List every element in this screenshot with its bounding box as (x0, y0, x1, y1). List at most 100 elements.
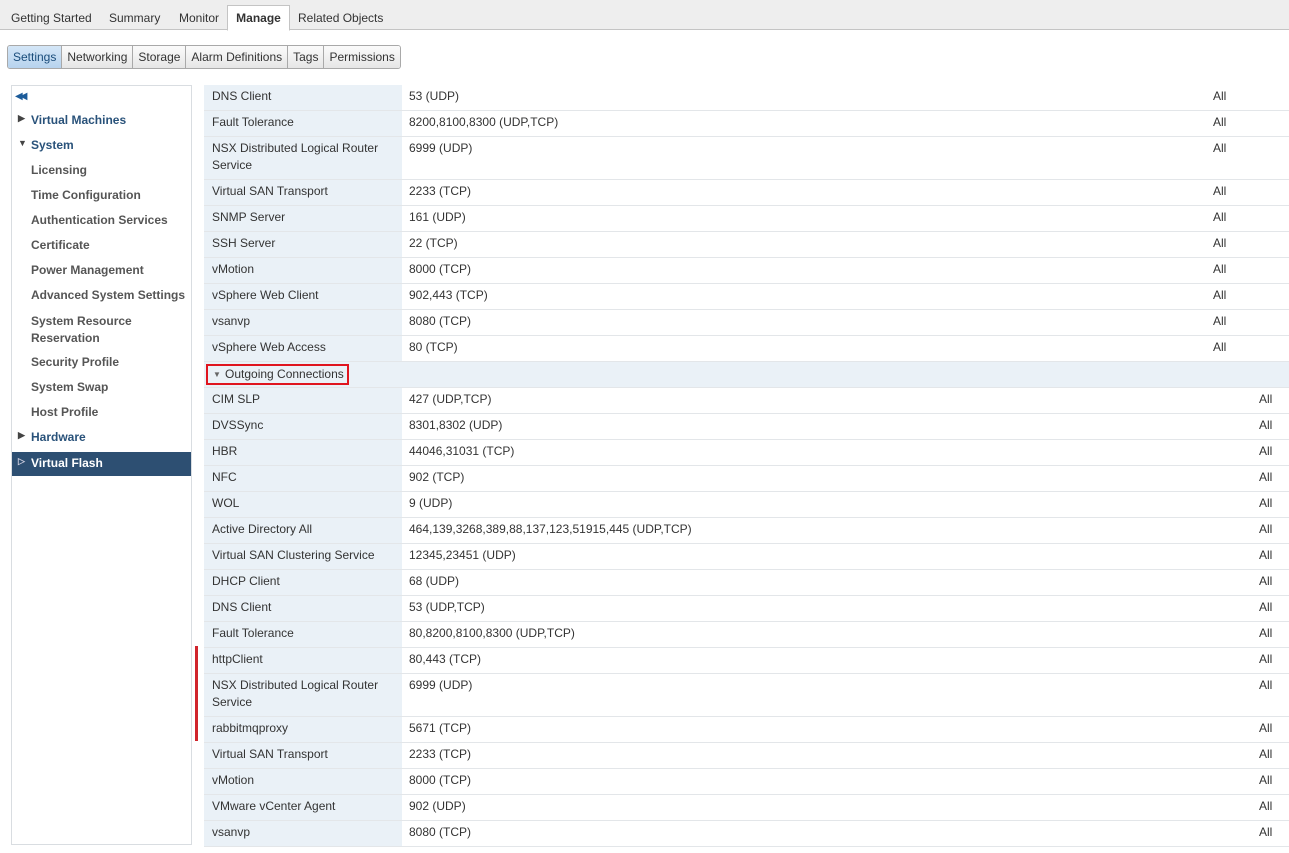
allowed-ip-cell: All (1259, 470, 1273, 484)
ports-cell: 6999 (UDP) (409, 678, 473, 692)
ports-cell: 161 (UDP) (409, 210, 466, 224)
table-row[interactable]: HBR 44046,31031 (TCP) All (204, 440, 1289, 466)
table-row[interactable]: DVSSync 8301,8302 (UDP) All (204, 414, 1289, 440)
subtab-networking[interactable]: Networking (62, 46, 134, 68)
ports-cell: 8080 (TCP) (409, 825, 472, 839)
top-tab-bar: Getting Started Summary Monitor Manage R… (0, 0, 1289, 31)
service-name-cell: vsanvp (204, 821, 402, 846)
service-name-cell: httpClient (204, 648, 402, 673)
sidebar-item-virtual-flash[interactable]: ▷ Virtual Flash (12, 452, 191, 476)
highlight-bar (195, 646, 198, 741)
service-name-cell: NSX Distributed Logical Router Service (204, 137, 402, 179)
triangle-right-icon[interactable]: ▷ (18, 456, 25, 467)
ports-cell: 80 (TCP) (409, 340, 458, 354)
service-name-cell: vMotion (204, 258, 402, 283)
table-row[interactable]: Virtual SAN Clustering Service 12345,2345… (204, 544, 1289, 570)
allowed-ip-cell: All (1259, 496, 1273, 510)
service-name-cell: DHCP Client (204, 570, 402, 595)
subtab-settings[interactable]: Settings (8, 46, 63, 68)
table-row[interactable]: rabbitmqproxy 5671 (TCP) All (204, 717, 1289, 743)
table-row[interactable]: DNS Client 53 (UDP) All (204, 85, 1289, 111)
allowed-ip-cell: All (1259, 600, 1273, 614)
table-row[interactable]: vsanvp 8080 (TCP) All (204, 310, 1289, 336)
table-row[interactable]: DHCP Client 68 (UDP) All (204, 570, 1289, 596)
service-name-cell: SNMP Server (204, 206, 402, 231)
allowed-ip-cell: All (1259, 444, 1273, 458)
allowed-ip-cell: All (1259, 825, 1273, 839)
ports-cell: 2233 (TCP) (409, 747, 472, 761)
tab-monitor[interactable]: Monitor (175, 6, 223, 30)
allowed-ip-cell: All (1213, 340, 1227, 354)
table-row[interactable]: SNMP Server 161 (UDP) All (204, 206, 1289, 232)
sidebar-item-label: Licensing (31, 163, 88, 177)
group-label-text: Outgoing Connections (225, 367, 344, 381)
tab-manage[interactable]: Manage (227, 5, 290, 31)
table-row[interactable]: SSH Server 22 (TCP) All (204, 232, 1289, 258)
table-row[interactable]: Fault Tolerance 80,8200,8100,8300 (UDP,TC… (204, 622, 1289, 648)
tab-related-objects[interactable]: Related Objects (294, 6, 387, 30)
ports-cell: 44046,31031 (TCP) (409, 444, 515, 458)
subtab-permissions[interactable]: Permissions (324, 46, 400, 68)
table-row[interactable]: vMotion 8000 (TCP) All (204, 769, 1289, 795)
ports-cell: 8000 (TCP) (409, 262, 472, 276)
triangle-right-icon[interactable]: ▶ (18, 430, 25, 441)
sidebar-item-label: Power Management (31, 263, 144, 277)
allowed-ip-cell: All (1213, 184, 1227, 198)
sidebar-item-label: Hardware (31, 430, 86, 444)
triangle-down-icon: ▼ (213, 370, 221, 379)
table-row[interactable]: httpClient 80,443 (TCP) All (204, 648, 1289, 674)
table-row[interactable]: NSX Distributed Logical Router Service 69… (204, 137, 1289, 180)
table-row[interactable]: NSX Distributed Logical Router Service 69… (204, 674, 1289, 717)
table-row[interactable]: Virtual SAN Transport 2233 (TCP) All (204, 180, 1289, 206)
ports-cell: 902 (TCP) (409, 470, 465, 484)
outgoing-connections-toggle[interactable]: ▼ Outgoing Connections (206, 364, 349, 385)
allowed-ip-cell: All (1259, 626, 1273, 640)
table-row[interactable]: CIM SLP 427 (UDP,TCP) All (204, 388, 1289, 414)
allowed-ip-cell: All (1259, 747, 1273, 761)
table-row[interactable]: VMware vCenter Agent 902 (UDP) All (204, 795, 1289, 821)
table-row[interactable]: NFC 902 (TCP) All (204, 466, 1289, 492)
ports-cell: 8000 (TCP) (409, 773, 472, 787)
ports-cell: 2233 (TCP) (409, 184, 472, 198)
allowed-ip-cell: All (1213, 115, 1227, 129)
allowed-ip-cell: All (1259, 721, 1273, 735)
service-name-cell: WOL (204, 492, 402, 517)
ports-cell: 68 (UDP) (409, 574, 460, 588)
ports-cell: 53 (UDP,TCP) (409, 600, 485, 614)
table-row[interactable]: vsanvp 8080 (TCP) All (204, 821, 1289, 847)
service-name-cell: Fault Tolerance (204, 111, 402, 136)
sidebar-item-label: Authentication Services (31, 213, 168, 227)
triangle-right-icon[interactable]: ▶ (18, 113, 25, 124)
ports-cell: 8080 (TCP) (409, 314, 472, 328)
service-name-cell: HBR (204, 440, 402, 465)
table-row[interactable]: Active Directory All 464,139,3268,389,88,… (204, 518, 1289, 544)
table-row[interactable]: vSphere Web Client 902,443 (TCP) All (204, 284, 1289, 310)
sidebar-item-label: Host Profile (31, 405, 99, 419)
table-row[interactable]: Fault Tolerance 8200,8100,8300 (UDP,TCP) A… (204, 111, 1289, 137)
table-row[interactable]: DNS Client 53 (UDP,TCP) All (204, 596, 1289, 622)
table-row[interactable]: WOL 9 (UDP) All (204, 492, 1289, 518)
ports-cell: 427 (UDP,TCP) (409, 392, 492, 406)
allowed-ip-cell: All (1259, 522, 1273, 536)
service-name-cell: Virtual SAN Transport (204, 743, 402, 768)
ports-cell: 902 (UDP) (409, 799, 466, 813)
subtab-tags[interactable]: Tags (288, 46, 325, 68)
sidebar-item-label: System Resource Reservation (31, 314, 132, 345)
allowed-ip-cell: All (1259, 678, 1273, 692)
subtab-alarm-definitions[interactable]: Alarm Definitions (186, 46, 289, 68)
service-name-cell: vMotion (204, 769, 402, 794)
ports-cell: 6999 (UDP) (409, 141, 473, 155)
table-row[interactable]: vSphere Web Access 80 (TCP) All (204, 336, 1289, 362)
allowed-ip-cell: All (1213, 236, 1227, 250)
triangle-down-icon[interactable]: ▼ (18, 138, 27, 148)
table-row[interactable]: Virtual SAN Transport 2233 (TCP) All (204, 743, 1289, 769)
service-name-cell: Fault Tolerance (204, 622, 402, 647)
tab-getting-started[interactable]: Getting Started (7, 6, 96, 30)
tab-summary[interactable]: Summary (105, 6, 164, 30)
sidebar-item-label: System (31, 138, 74, 152)
sidebar-item-label: Virtual Machines (31, 113, 127, 127)
double-chevron-left-icon[interactable]: ◀◀ (15, 91, 28, 102)
table-row[interactable]: vMotion 8000 (TCP) All (204, 258, 1289, 284)
subtab-storage[interactable]: Storage (133, 46, 187, 68)
settings-sidebar: ◀◀ ▶ Virtual Machines ▼ System Licensing Time… (11, 85, 192, 845)
